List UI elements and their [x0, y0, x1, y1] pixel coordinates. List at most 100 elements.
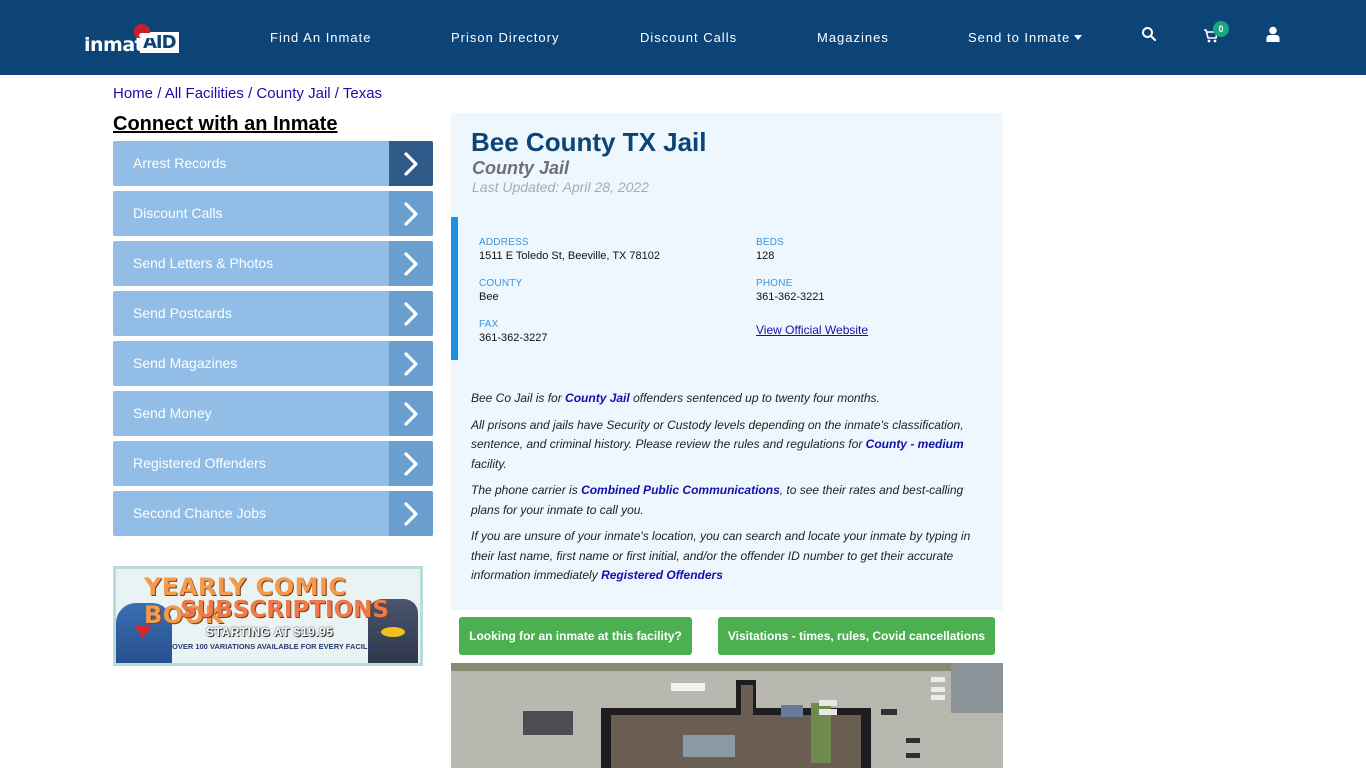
facility-description: Bee Co Jail is for County Jail offenders…: [471, 389, 976, 593]
chevron-right-icon: [404, 452, 418, 476]
sidebar-item-label: Send Money: [133, 405, 212, 421]
sidebar-item-send-magazines[interactable]: Send Magazines: [113, 341, 433, 386]
phone-field: PHONE 361-362-3221: [756, 278, 825, 303]
search-icon: [1142, 27, 1157, 42]
search-button[interactable]: [1141, 26, 1161, 46]
sidebar-title[interactable]: Connect with an Inmate: [113, 113, 337, 136]
find-inmate-at-facility-button[interactable]: Looking for an inmate at this facility?: [459, 617, 692, 655]
beds-field: BEDS 128: [756, 237, 784, 262]
user-icon: [1266, 26, 1280, 42]
description-paragraph: Bee Co Jail is for County Jail offenders…: [471, 389, 976, 409]
beds-value: 128: [756, 250, 775, 262]
sidebar-item-second-chance-jobs[interactable]: Second Chance Jobs: [113, 491, 433, 536]
ad-tagline: OVER 100 VARIATIONS AVAILABLE FOR EVERY …: [172, 642, 380, 651]
description-paragraph: If you are unsure of your inmate's locat…: [471, 527, 976, 586]
address-field: ADDRESS 1511 E Toledo St, Beeville, TX 7…: [479, 237, 660, 262]
breadcrumb-separator: /: [157, 85, 165, 102]
breadcrumb-all-facilities[interactable]: All Facilities: [165, 85, 244, 102]
phone-label: PHONE: [756, 278, 793, 289]
sidebar-item-registered-offenders[interactable]: Registered Offenders: [113, 441, 433, 486]
comic-subscription-ad-banner[interactable]: YEARLY COMIC BOOK SUBSCRIPTIONS STARTING…: [113, 566, 423, 666]
facility-panel: Bee County TX Jail County Jail Last Upda…: [451, 113, 1003, 610]
arrow-tab: [389, 391, 433, 436]
nav-send-to-inmate-label: Send to Inmate: [968, 30, 1071, 45]
sidebar-item-send-letters-photos[interactable]: Send Letters & Photos: [113, 241, 433, 286]
sidebar-item-label: Discount Calls: [133, 205, 223, 221]
registered-offenders-link[interactable]: Registered Offenders: [601, 568, 723, 582]
facility-info-card: ADDRESS 1511 E Toledo St, Beeville, TX 7…: [451, 217, 1003, 360]
fax-label: FAX: [479, 319, 499, 330]
breadcrumb-separator: /: [334, 85, 343, 102]
arrow-tab: [389, 191, 433, 236]
santa-hat-brim: [139, 33, 157, 38]
arrow-tab: [389, 491, 433, 536]
county-label: COUNTY: [479, 278, 523, 289]
text: The phone carrier is: [471, 483, 582, 497]
visitation-info-button[interactable]: Visitations - times, rules, Covid cancel…: [718, 617, 995, 655]
address-value: 1511 E Toledo St, Beeville, TX 78102: [479, 250, 661, 262]
text: Bee Co Jail is for: [471, 391, 566, 405]
aerial-photo-drawing: [451, 663, 1003, 768]
chevron-right-icon: [404, 302, 418, 326]
chevron-right-icon: [404, 402, 418, 426]
sidebar-item-send-postcards[interactable]: Send Postcards: [113, 291, 433, 336]
description-paragraph: All prisons and jails have Security or C…: [471, 416, 976, 475]
nav-send-to-inmate[interactable]: Send to Inmate: [968, 30, 1083, 45]
account-button[interactable]: [1266, 26, 1286, 46]
breadcrumb-texas[interactable]: Texas: [343, 85, 382, 102]
chevron-right-icon: [404, 152, 418, 176]
view-official-website-link[interactable]: View Official Website: [756, 323, 868, 337]
facility-type: County Jail: [472, 158, 570, 178]
sidebar-item-arrest-records[interactable]: Arrest Records: [113, 141, 433, 186]
sidebar-item-label: Second Chance Jobs: [133, 505, 267, 521]
chevron-right-icon: [404, 252, 418, 276]
fax-value: 361-362-3227: [479, 332, 548, 344]
arrow-tab: [389, 291, 433, 336]
ad-headline-2: SUBSCRIPTIONS: [180, 597, 389, 623]
sidebar-item-label: Arrest Records: [133, 155, 227, 171]
caret-down-icon: [1074, 35, 1083, 40]
county-jail-link[interactable]: County Jail: [565, 391, 630, 405]
address-label: ADDRESS: [479, 237, 529, 248]
county-medium-link[interactable]: County - medium: [866, 437, 964, 451]
facility-title: Bee County TX Jail: [471, 127, 707, 157]
ad-price: STARTING AT $19.95: [206, 625, 334, 639]
inmateaid-logo[interactable]: inmate AID: [84, 22, 184, 56]
nav-find-an-inmate[interactable]: Find An Inmate: [270, 30, 371, 45]
arrow-tab: [389, 141, 433, 186]
breadcrumb-home[interactable]: Home: [113, 85, 153, 102]
sidebar-item-label: Send Postcards: [133, 305, 232, 321]
county-value: Bee: [479, 291, 499, 303]
facility-aerial-photo: [451, 663, 1003, 768]
chevron-right-icon: [404, 202, 418, 226]
website-field: View Official Website: [756, 321, 868, 339]
fax-field: FAX 361-362-3227: [479, 319, 548, 344]
arrow-tab: [389, 441, 433, 486]
nav-discount-calls[interactable]: Discount Calls: [640, 30, 737, 45]
last-updated: Last Updated: April 28, 2022: [472, 179, 649, 195]
sidebar-item-discount-calls[interactable]: Discount Calls: [113, 191, 433, 236]
arrow-tab: [389, 241, 433, 286]
cart-button[interactable]: 0: [1203, 21, 1229, 46]
sidebar-item-send-money[interactable]: Send Money: [113, 391, 433, 436]
breadcrumb: Home / All Facilities / County Jail / Te…: [113, 85, 382, 102]
top-navbar: inmate AID Find An Inmate Prison Directo…: [0, 0, 1366, 75]
beds-label: BEDS: [756, 237, 785, 248]
sidebar-item-label: Registered Offenders: [133, 455, 266, 471]
breadcrumb-county-jail[interactable]: County Jail: [256, 85, 330, 102]
nav-prison-directory[interactable]: Prison Directory: [451, 30, 559, 45]
arrow-tab: [389, 341, 433, 386]
text: offenders sentenced up to twenty four mo…: [629, 391, 880, 405]
chevron-right-icon: [404, 502, 418, 526]
sidebar-menu: Arrest Records Discount Calls Send Lette…: [113, 141, 433, 541]
county-field: COUNTY Bee: [479, 278, 522, 303]
nav-magazines[interactable]: Magazines: [817, 30, 889, 45]
phone-carrier-link[interactable]: Combined Public Communications: [581, 483, 780, 497]
description-paragraph: The phone carrier is Combined Public Com…: [471, 481, 976, 520]
cart-count-badge: 0: [1213, 21, 1229, 37]
sidebar-item-label: Send Letters & Photos: [133, 255, 274, 271]
chevron-right-icon: [404, 352, 418, 376]
phone-value: 361-362-3221: [756, 291, 825, 303]
sidebar-item-label: Send Magazines: [133, 355, 238, 371]
text: facility.: [471, 456, 507, 471]
